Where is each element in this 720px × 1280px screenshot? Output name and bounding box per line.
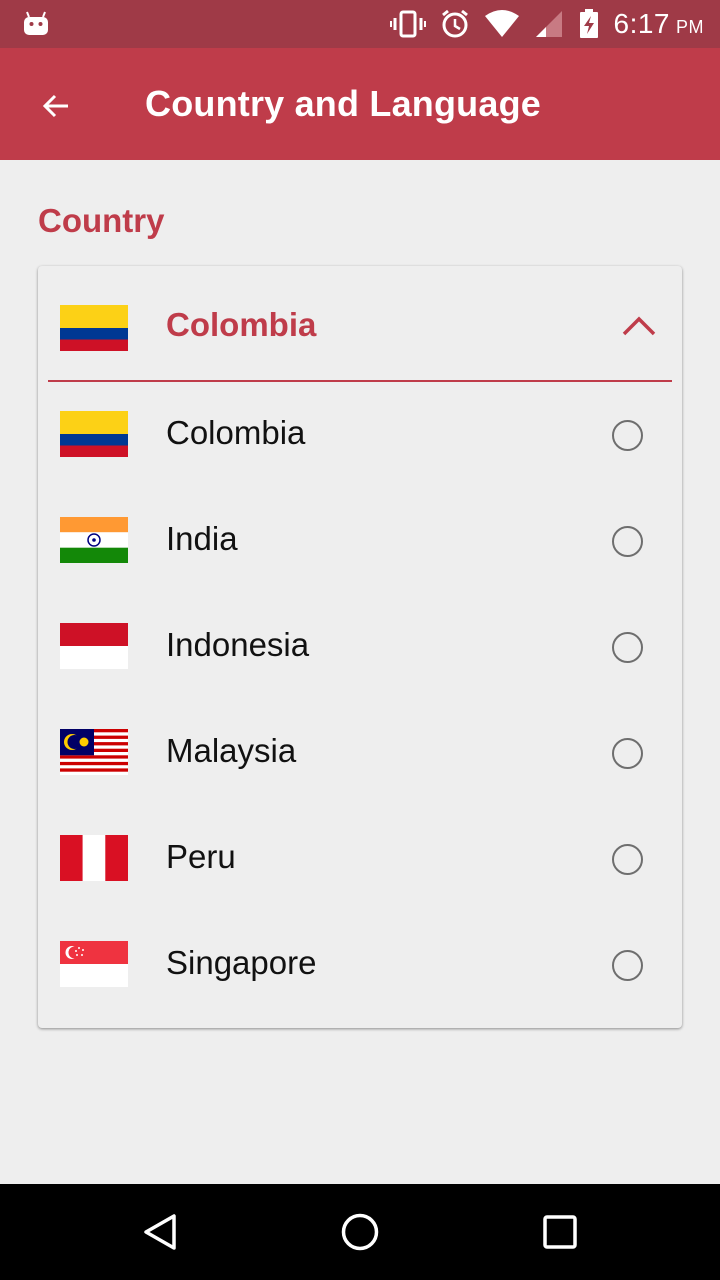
radio-button[interactable]	[612, 526, 643, 557]
nav-back-button[interactable]	[136, 1208, 184, 1256]
radio-button[interactable]	[612, 738, 643, 769]
radio-button[interactable]	[612, 632, 643, 663]
back-triangle-icon	[144, 1214, 176, 1250]
malaysia-flag-icon	[60, 729, 128, 775]
wifi-icon	[484, 10, 519, 37]
system-nav-bar	[0, 1184, 720, 1280]
country-option-malaysia[interactable]: Malaysia	[38, 700, 682, 806]
country-dropdown-header[interactable]: Colombia	[38, 266, 682, 381]
country-option-label: India	[166, 520, 238, 557]
home-circle-icon	[341, 1213, 379, 1251]
colombia-flag-icon	[60, 411, 128, 457]
status-bar: 6:17 PM	[0, 0, 720, 48]
cell-signal-icon	[535, 11, 562, 37]
radio-button[interactable]	[612, 420, 643, 451]
singapore-flag-icon	[60, 941, 128, 987]
chevron-up-icon[interactable]	[622, 314, 656, 336]
nav-home-button[interactable]	[336, 1208, 384, 1256]
status-time: 6:17 PM	[614, 8, 705, 40]
country-option-colombia[interactable]: Colombia	[38, 382, 682, 488]
arrow-left-icon	[42, 94, 68, 118]
country-option-singapore[interactable]: Singapore	[38, 912, 682, 1018]
country-option-peru[interactable]: Peru	[38, 806, 682, 912]
selected-country: Colombia	[166, 306, 317, 343]
nav-recents-button[interactable]	[536, 1208, 584, 1256]
country-option-label: Singapore	[166, 944, 317, 981]
colombia-flag-icon	[60, 305, 128, 351]
country-option-india[interactable]: India	[38, 488, 682, 594]
clock-time: 6:17	[613, 8, 670, 39]
country-option-indonesia[interactable]: Indonesia	[38, 594, 682, 700]
country-options-list: Colombia India Indonesia Malaysia Peru S…	[38, 382, 682, 1018]
radio-button[interactable]	[612, 844, 643, 875]
clock-ampm: PM	[676, 17, 704, 37]
section-label-country: Country	[38, 202, 165, 239]
country-option-label: Peru	[166, 838, 236, 875]
vibrate-icon	[389, 10, 426, 38]
android-debug-icon	[24, 11, 48, 35]
indonesia-flag-icon	[60, 623, 128, 669]
battery-charging-icon	[579, 9, 598, 38]
page-title: Country and Language	[145, 83, 542, 124]
radio-button[interactable]	[612, 950, 643, 981]
country-option-label: Malaysia	[166, 732, 297, 769]
app-bar: Country and Language	[0, 48, 720, 160]
back-button[interactable]	[30, 80, 82, 132]
peru-flag-icon	[60, 835, 128, 881]
alarm-icon	[441, 9, 468, 38]
recents-square-icon	[543, 1215, 577, 1249]
country-option-label: Colombia	[166, 414, 306, 451]
country-option-label: Indonesia	[166, 626, 310, 663]
country-dropdown-card: Colombia Colombia India Indonesia Malays…	[38, 266, 682, 1028]
india-flag-icon	[60, 517, 128, 563]
